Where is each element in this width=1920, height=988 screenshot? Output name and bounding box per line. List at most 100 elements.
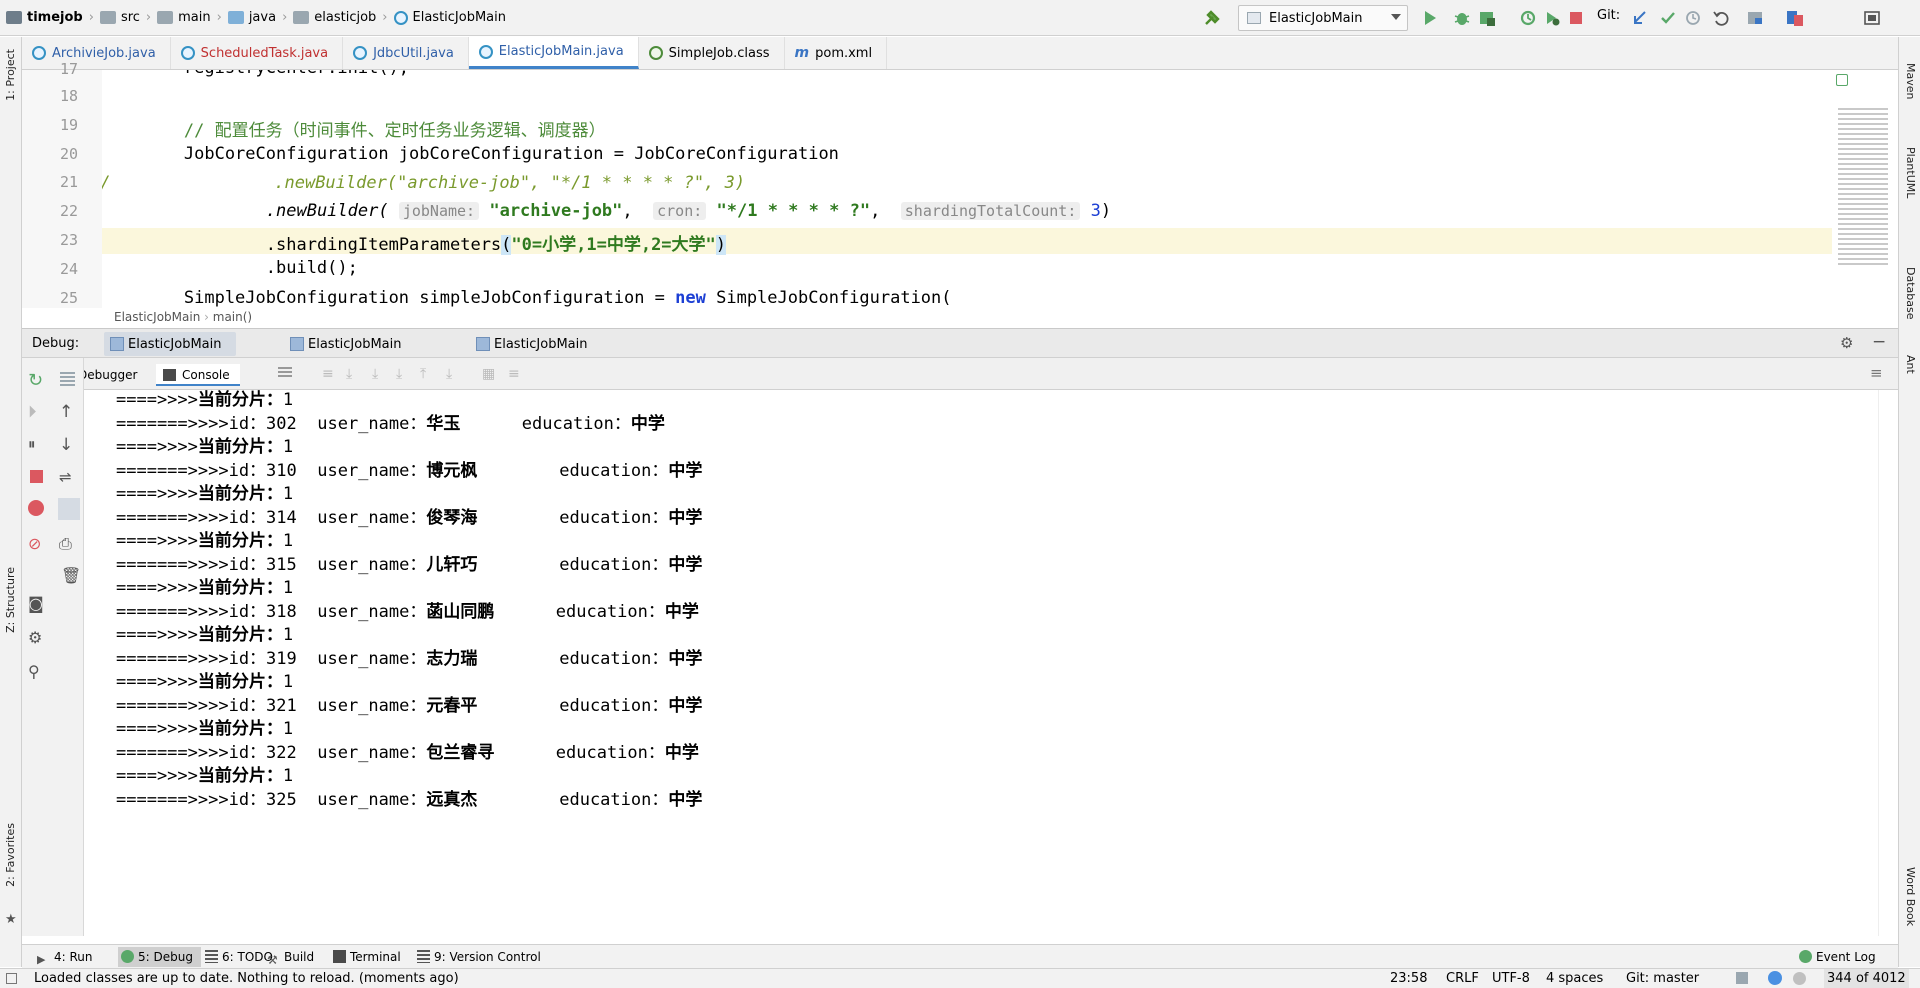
database-tool-button[interactable]: Database bbox=[1904, 267, 1917, 320]
project-tool-button[interactable]: 1: Project bbox=[4, 49, 17, 101]
run-configuration-select[interactable]: ElasticJobMain bbox=[1238, 5, 1408, 31]
indent-setting[interactable]: 4 spaces bbox=[1546, 969, 1603, 988]
force-step-into-icon[interactable]: ⤓ bbox=[396, 366, 402, 382]
console-scrollbar[interactable] bbox=[1878, 390, 1898, 936]
breadcrumb-main[interactable]: main bbox=[157, 10, 211, 25]
tab-simplejob[interactable]: SimpleJob.class bbox=[639, 37, 785, 69]
history-icon[interactable] bbox=[1684, 9, 1702, 27]
line-separator[interactable]: CRLF bbox=[1446, 969, 1479, 988]
console-shard-line: ====>>>>当前分片：1 bbox=[116, 719, 294, 739]
tab-scheduledtask[interactable]: ScheduledTask.java bbox=[171, 37, 344, 69]
print-icon[interactable]: ⎙ bbox=[59, 534, 81, 556]
maven-tool-button[interactable]: Maven bbox=[1904, 63, 1917, 99]
class-icon bbox=[393, 10, 408, 25]
inspector-icon[interactable] bbox=[1793, 972, 1806, 985]
resume-icon[interactable]: ⏵ bbox=[28, 402, 50, 424]
tab-pom[interactable]: m pom.xml bbox=[785, 37, 888, 69]
console-output[interactable]: ====>>>>当前分片：1 =======>>>>id：302 user_na… bbox=[84, 390, 1898, 936]
tab-console[interactable]: Console bbox=[156, 364, 240, 386]
git-update-icon[interactable] bbox=[1631, 9, 1649, 27]
minimize-icon[interactable]: − bbox=[1872, 332, 1886, 352]
profile-icon[interactable] bbox=[1519, 9, 1537, 27]
structure-tool-button[interactable]: Z: Structure bbox=[4, 567, 17, 633]
plantuml-tool-button[interactable]: PlantUML bbox=[1904, 147, 1917, 198]
layout-settings-icon[interactable]: ≡ bbox=[1870, 364, 1883, 382]
debug-session-tab[interactable]: ElasticJobMain bbox=[104, 332, 236, 356]
code-editor[interactable]: registryCenter.init(); // 配置任务（时间事件、定时任务… bbox=[102, 70, 1832, 308]
line-number: 23 bbox=[59, 231, 78, 249]
settings-gear-icon[interactable]: ⚙ bbox=[1840, 334, 1853, 352]
attach-icon[interactable] bbox=[1543, 9, 1561, 27]
scroll-up-icon[interactable]: ↑ bbox=[59, 402, 81, 424]
view-breakpoints-icon[interactable] bbox=[28, 500, 44, 516]
memory-indicator[interactable]: 344 of 4012 bbox=[1824, 969, 1909, 988]
file-encoding[interactable]: UTF-8 bbox=[1492, 969, 1530, 988]
build-hammer-icon[interactable] bbox=[1203, 9, 1221, 27]
console-record-line: =======>>>>id：318 user_name：菡山同鹏 educati… bbox=[116, 602, 699, 622]
lock-icon[interactable] bbox=[1736, 972, 1748, 984]
caret-position[interactable]: 23:58 bbox=[1390, 969, 1427, 988]
scroll-down-icon[interactable]: ↓ bbox=[59, 435, 81, 457]
stop-icon[interactable] bbox=[30, 470, 43, 483]
list-icon[interactable] bbox=[278, 367, 292, 379]
run-icon[interactable] bbox=[1421, 9, 1439, 27]
step-over-icon[interactable]: ⤓ bbox=[346, 366, 352, 382]
status-bar: Loaded classes are up to date. Nothing t… bbox=[0, 968, 1920, 988]
project-structure-icon[interactable] bbox=[1746, 9, 1764, 27]
stop-icon[interactable] bbox=[1567, 9, 1585, 27]
pause-icon[interactable]: ⏸ bbox=[28, 435, 50, 457]
tab-debugger[interactable]: Debugger bbox=[78, 364, 137, 386]
code-minimap[interactable] bbox=[1832, 70, 1898, 326]
step-out-icon[interactable]: ⤒ bbox=[420, 366, 426, 382]
settings-icon[interactable]: ⚙ bbox=[28, 628, 50, 650]
run-to-cursor-icon[interactable]: ⤓ bbox=[446, 366, 452, 382]
git-commit-icon[interactable] bbox=[1659, 9, 1677, 27]
word-book-tool-button[interactable]: Word Book bbox=[1904, 867, 1917, 926]
soft-wrap-icon[interactable]: ⇌ bbox=[59, 468, 81, 490]
git-branch[interactable]: Git: master bbox=[1626, 969, 1699, 988]
event-log-tool-tab[interactable]: Event Log bbox=[1796, 947, 1876, 967]
translate-icon[interactable] bbox=[1786, 9, 1804, 27]
rerun-icon[interactable]: ↻ bbox=[28, 370, 50, 392]
favorites-tool-button[interactable]: 2: Favorites bbox=[4, 823, 17, 887]
tab-elasticjobmain[interactable]: ElasticJobMain.java bbox=[468, 37, 639, 69]
todo-tool-tab[interactable]: 6: TODO bbox=[202, 947, 273, 967]
build-tool-tab[interactable]: ⚒ Build bbox=[264, 947, 314, 967]
crumb-class[interactable]: ElasticJobMain bbox=[114, 310, 200, 324]
breadcrumb-project[interactable]: timejob bbox=[6, 10, 83, 25]
clear-all-icon[interactable]: 🗑 bbox=[61, 566, 83, 588]
run-tool-tab[interactable]: ▶ 4: Run bbox=[34, 947, 93, 967]
debug-subtabs: Debugger Console ≡ ⤓ ⤓ ⤓ ⤒ ⤓ ▦ ≡ ≡ bbox=[22, 358, 1898, 390]
console-record-line: =======>>>>id：302 user_name：华玉 education… bbox=[116, 414, 665, 434]
toggle-tool-windows-icon[interactable] bbox=[6, 973, 17, 984]
scroll-to-end-icon[interactable] bbox=[58, 498, 80, 520]
debug-tool-tab[interactable]: 5: Debug bbox=[118, 947, 201, 967]
camera-icon[interactable]: ◙ bbox=[28, 594, 50, 616]
terminal-tool-tab[interactable]: Terminal bbox=[330, 947, 401, 967]
status-message[interactable]: Loaded classes are up to date. Nothing t… bbox=[34, 969, 459, 988]
tab-jdbcutil[interactable]: JdbcUtil.java bbox=[343, 37, 469, 69]
debug-session-tab[interactable]: ElasticJobMain bbox=[470, 332, 588, 356]
evaluate-expression-icon[interactable]: ▦ bbox=[482, 366, 495, 382]
trace-icon[interactable]: ≡ bbox=[508, 366, 520, 382]
version-control-tool-tab[interactable]: 9: Version Control bbox=[414, 947, 541, 967]
ant-tool-button[interactable]: Ant bbox=[1904, 355, 1917, 374]
breadcrumb-class[interactable]: ElasticJobMain bbox=[393, 10, 506, 25]
breadcrumb-src[interactable]: src bbox=[99, 10, 140, 25]
coverage-icon[interactable] bbox=[1478, 9, 1496, 27]
presentation-mode-icon[interactable] bbox=[1863, 9, 1881, 27]
pin-icon[interactable]: ⚲ bbox=[28, 662, 50, 684]
step-into-icon[interactable]: ⤓ bbox=[372, 366, 378, 382]
code-line-sharding: .shardingItemParameters("0=小学,1=中学,2=大学"… bbox=[265, 235, 727, 255]
chrome-icon[interactable] bbox=[1768, 971, 1782, 985]
breadcrumb-package[interactable]: elasticjob bbox=[293, 10, 376, 25]
breadcrumb-separator: › bbox=[382, 10, 388, 25]
rollback-icon[interactable] bbox=[1712, 9, 1730, 27]
show-execution-point-icon[interactable]: ≡ bbox=[322, 366, 334, 382]
restore-layout-icon[interactable] bbox=[60, 372, 75, 387]
breadcrumb-java[interactable]: java bbox=[227, 10, 276, 25]
crumb-method[interactable]: main() bbox=[213, 310, 252, 324]
debug-session-tab[interactable]: ElasticJobMain bbox=[284, 332, 402, 356]
debug-icon[interactable] bbox=[1453, 9, 1471, 27]
mute-breakpoints-icon[interactable]: ⊘ bbox=[28, 534, 50, 556]
